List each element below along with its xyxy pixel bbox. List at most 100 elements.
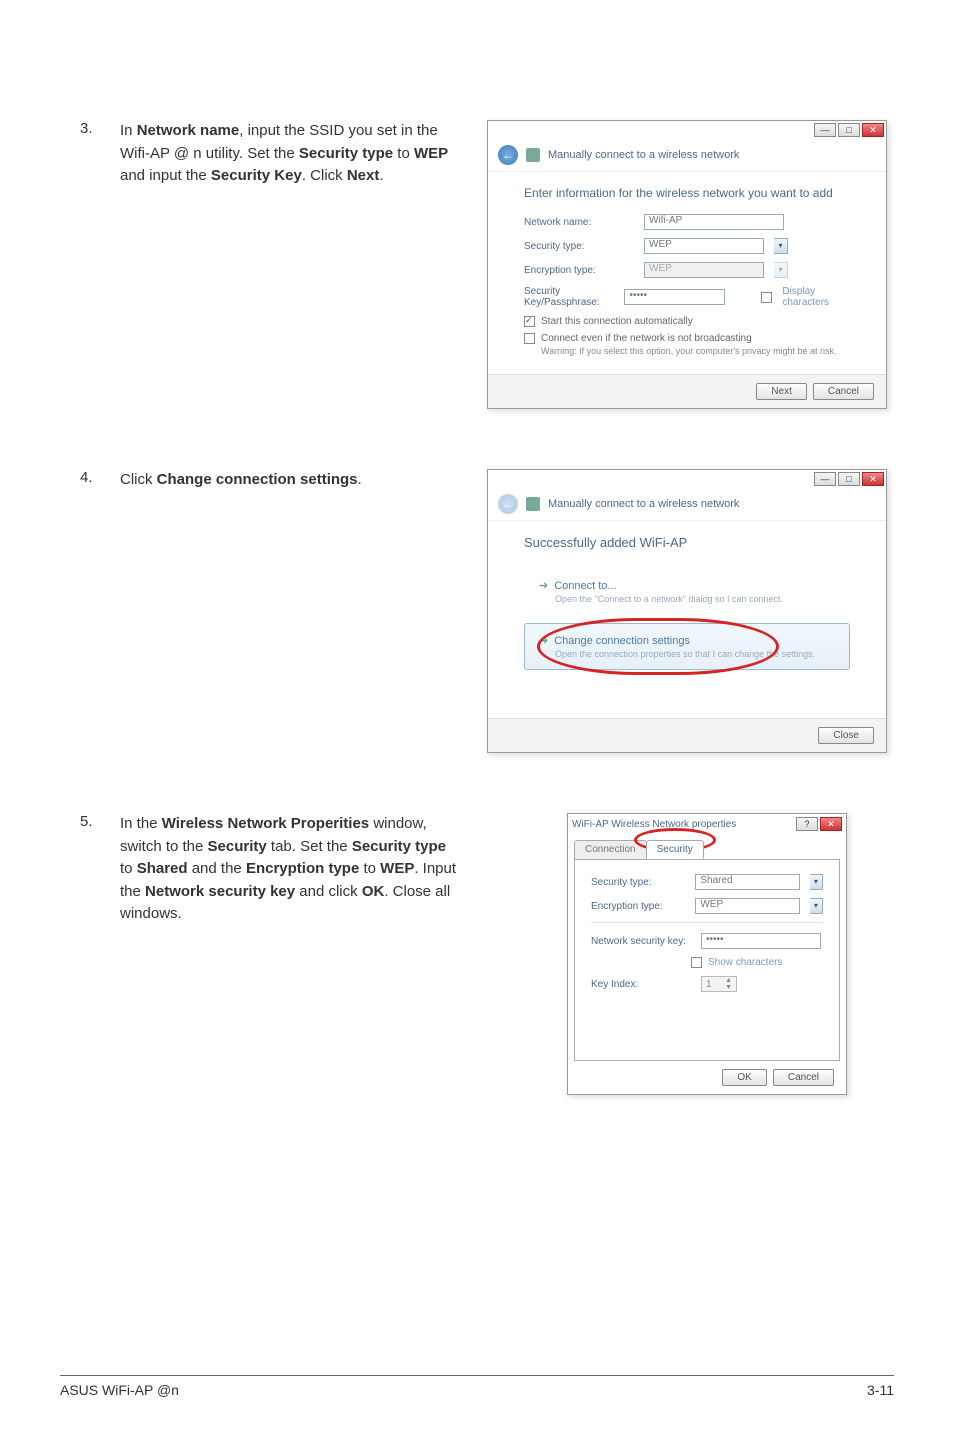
- t: Security type: [352, 838, 446, 855]
- close-button[interactable]: ✕: [862, 472, 884, 486]
- select-security-type[interactable]: WEP: [644, 238, 764, 254]
- minimize-button[interactable]: —: [814, 123, 836, 137]
- option-connect-to[interactable]: ➔Connect to... Open the "Connect to a ne…: [524, 568, 850, 615]
- input-network-name[interactable]: Wifi-AP: [644, 214, 784, 230]
- t: Network security key: [145, 883, 295, 900]
- arrow-icon: ➔: [539, 580, 548, 592]
- t: tab. Set the: [267, 838, 352, 855]
- checkbox-start-auto[interactable]: [524, 316, 535, 327]
- maximize-button[interactable]: □: [838, 472, 860, 486]
- tab-connection[interactable]: Connection: [574, 840, 647, 859]
- t: and input the: [120, 167, 211, 184]
- t: OK: [362, 883, 385, 900]
- cancel-button[interactable]: Cancel: [773, 1069, 834, 1086]
- minimize-button[interactable]: —: [814, 472, 836, 486]
- help-button[interactable]: ?: [796, 817, 818, 831]
- back-icon[interactable]: ←: [498, 145, 518, 165]
- page-footer: ASUS WiFi-AP @n 3-11: [60, 1375, 894, 1398]
- close-button[interactable]: ✕: [820, 817, 842, 831]
- select-encryption-type: WEP: [644, 262, 764, 278]
- select-security-type[interactable]: Shared: [695, 874, 799, 890]
- label-security-key: Security Key/Passphrase:: [524, 286, 614, 308]
- label-show-chars: Show characters: [708, 957, 782, 968]
- option-change-settings[interactable]: ➔Change connection settings Open the con…: [524, 623, 850, 670]
- step-5-row: 5. In the Wireless Network Properities w…: [60, 813, 894, 1095]
- t: WEP: [380, 860, 414, 877]
- row-network-name: Network name: Wifi-AP: [524, 214, 850, 230]
- t: Network name: [137, 122, 240, 139]
- wizard-dialog: — □ ✕ ← Manually connect to a wireless n…: [487, 120, 887, 409]
- t: In the: [120, 815, 162, 832]
- t: and click: [295, 883, 362, 900]
- t: In: [120, 122, 137, 139]
- ok-button[interactable]: OK: [722, 1069, 766, 1086]
- label-network-key: Network security key:: [591, 936, 691, 947]
- tab-strip: Connection Security: [568, 834, 846, 859]
- input-network-key[interactable]: •••••: [701, 933, 821, 949]
- checkbox-connect-hidden[interactable]: [524, 333, 535, 344]
- dialog-footer: OK Cancel: [568, 1069, 846, 1094]
- t: Change connection settings: [157, 471, 358, 488]
- step-3-row: 3. In Network name, input the SSID you s…: [60, 120, 894, 409]
- t: . Click: [302, 167, 347, 184]
- row-connect-hidden: Connect even if the network is not broad…: [524, 333, 850, 344]
- divider: [591, 922, 823, 923]
- title-bar: — □ ✕: [488, 121, 886, 139]
- close-dialog-button[interactable]: Close: [818, 727, 874, 744]
- t: Next: [347, 167, 380, 184]
- back-icon: ←: [498, 494, 518, 514]
- t: to: [359, 860, 380, 877]
- row-start-auto: Start this connection automatically: [524, 316, 850, 327]
- input-security-key[interactable]: •••••: [624, 289, 724, 305]
- network-icon: [526, 497, 540, 511]
- row-net-key: Network security key: •••••: [591, 933, 823, 949]
- spinner-key-index[interactable]: 1 ▲▼: [701, 976, 737, 992]
- breadcrumb-text: Manually connect to a wireless network: [548, 498, 739, 510]
- key-index-value: 1: [706, 979, 712, 990]
- row-security-type: Security type: WEP ▾: [524, 238, 850, 254]
- next-button[interactable]: Next: [756, 383, 807, 400]
- wizard-header: ← Manually connect to a wireless network: [488, 488, 886, 521]
- option-subtitle: Open the "Connect to a network" dialog s…: [555, 594, 835, 604]
- maximize-button[interactable]: □: [838, 123, 860, 137]
- checkbox-show-chars[interactable]: [691, 957, 702, 968]
- step-5-number: 5.: [60, 813, 100, 830]
- title-bar: — □ ✕: [488, 470, 886, 488]
- close-button[interactable]: ✕: [862, 123, 884, 137]
- t: .: [379, 167, 383, 184]
- cancel-button[interactable]: Cancel: [813, 383, 874, 400]
- label-display-chars: Display characters: [782, 286, 850, 308]
- step-3-screenshot: — □ ✕ ← Manually connect to a wireless n…: [480, 120, 894, 409]
- chevron-down-icon[interactable]: ▾: [810, 898, 823, 914]
- step-4-screenshot: — □ ✕ ← Manually connect to a wireless n…: [480, 469, 894, 753]
- wizard-header: ← Manually connect to a wireless network: [488, 139, 886, 172]
- label-encryption-type: Encryption type:: [591, 901, 685, 912]
- network-icon: [526, 148, 540, 162]
- checkbox-display-chars[interactable]: [761, 292, 772, 303]
- t: Encryption type: [246, 860, 359, 877]
- step-4-number: 4.: [60, 469, 100, 486]
- label-key-index: Key Index:: [591, 979, 691, 990]
- t: and the: [188, 860, 246, 877]
- spinner-arrows-icon[interactable]: ▲▼: [725, 977, 732, 991]
- row-security-type: Security type: Shared ▾: [591, 874, 823, 890]
- row-key-index: Key Index: 1 ▲▼: [591, 976, 823, 992]
- dialog-footer: Next Cancel: [488, 374, 886, 408]
- title-bar: WiFi-AP Wireless Network properties ? ✕: [568, 814, 846, 834]
- step-4-text: Click Change connection settings.: [120, 469, 460, 492]
- t: Security Key: [211, 167, 302, 184]
- step-4-row: 4. Click Change connection settings. — □…: [60, 469, 894, 753]
- chevron-down-icon[interactable]: ▾: [774, 238, 788, 254]
- row-encryption-type: Encryption type: WEP ▾: [524, 262, 850, 278]
- t: to: [393, 145, 414, 162]
- dialog-heading: Enter information for the wireless netwo…: [524, 186, 850, 200]
- chevron-down-icon[interactable]: ▾: [810, 874, 823, 890]
- label-security-type: Security type:: [591, 877, 685, 888]
- breadcrumb-text: Manually connect to a wireless network: [548, 149, 739, 161]
- step-5-text: In the Wireless Network Properities wind…: [120, 813, 460, 926]
- step-3-number: 3.: [60, 120, 100, 137]
- step-5-screenshot: WiFi-AP Wireless Network properties ? ✕ …: [480, 813, 894, 1095]
- select-encryption-type[interactable]: WEP: [695, 898, 799, 914]
- dialog-footer: Close: [488, 718, 886, 752]
- tab-security[interactable]: Security: [646, 840, 704, 859]
